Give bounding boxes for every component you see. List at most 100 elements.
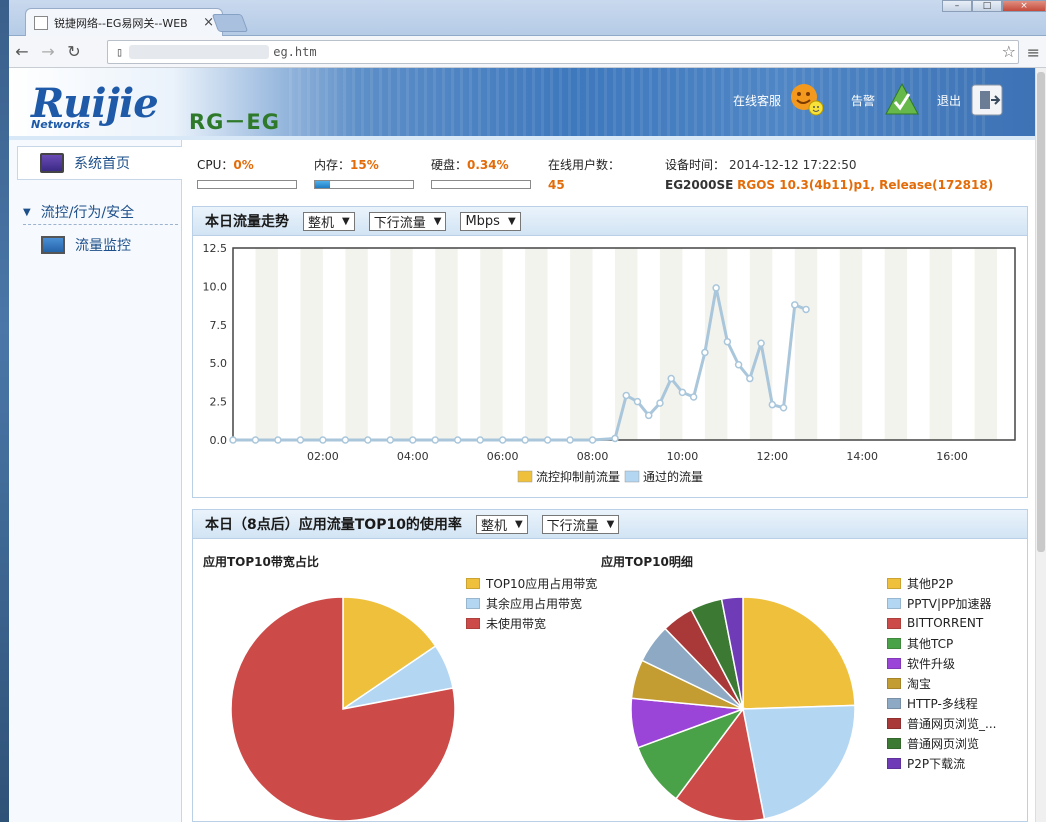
data-point: [611, 434, 619, 443]
legend-swatch: [887, 597, 901, 609]
minimize-button[interactable]: –: [942, 0, 972, 12]
sidebar-item-home[interactable]: 系统首页: [17, 146, 182, 180]
bookmark-star-icon[interactable]: ☆: [1002, 42, 1016, 61]
sidebar: 系统首页 ▼ 流控/行为/安全 流量监控: [9, 140, 182, 822]
legend-item: P2P下载流: [887, 753, 996, 773]
data-point: [453, 436, 462, 444]
sidebar-section-flow-control[interactable]: ▼ 流控/行为/安全: [23, 202, 134, 222]
x-tick-label: 08:00: [577, 450, 609, 463]
data-point: [588, 436, 597, 444]
legend-label: 淘宝: [907, 676, 932, 691]
legend-label: 普通网页浏览_...: [907, 716, 997, 731]
data-point: [746, 374, 754, 383]
legend-swatch: [887, 677, 901, 689]
y-tick-label: 12.5: [203, 242, 228, 255]
forward-arrow-icon[interactable]: →: [35, 42, 61, 61]
back-arrow-icon[interactable]: ←: [9, 42, 35, 61]
legend-label: 其他P2P: [907, 576, 954, 591]
sidebar-item-traffic-monitor[interactable]: 流量监控: [41, 235, 131, 255]
memory-status: 内存：15%: [314, 158, 379, 172]
data-point: [779, 403, 788, 412]
app-direction-select[interactable]: 下行流量 ▼: [541, 514, 620, 534]
legend-swatch: [887, 697, 901, 709]
sidebar-home-label: 系统首页: [74, 156, 130, 172]
page-scrollbar[interactable]: [1035, 68, 1046, 822]
traffic-trend-header: 本日流量走势 整机 ▼ 下行流量 ▼ Mbps ▼: [192, 206, 1028, 236]
monitor-icon: [40, 153, 64, 173]
grid-band: [255, 248, 278, 440]
logout-link[interactable]: 退出: [937, 92, 961, 109]
legend-label: 其余应用占用带宽: [486, 596, 583, 611]
grid-band: [794, 248, 818, 440]
reload-icon[interactable]: ↻: [61, 42, 87, 61]
browser-tab[interactable]: 锐捷网络--EG易网关--WEB ×: [25, 8, 223, 36]
x-tick-label: 06:00: [487, 450, 519, 463]
data-point: [543, 436, 552, 444]
window-close-button[interactable]: ×: [1002, 0, 1046, 12]
address-bar[interactable]: ▯ eg.htm: [107, 40, 1019, 64]
x-tick-label: 10:00: [667, 450, 699, 463]
data-point: [251, 436, 260, 444]
grid-band: [929, 248, 953, 440]
legend-swatch: [887, 657, 901, 669]
data-point: [791, 301, 799, 309]
data-point: [678, 388, 687, 397]
app-device-select[interactable]: 整机 ▼: [475, 514, 528, 534]
data-point: [566, 436, 574, 444]
sidebar-section-label: 流控/行为/安全: [40, 205, 135, 221]
bandwidth-share-pie: [230, 596, 456, 821]
app-panel-title: 本日（8点后）应用流量TOP10的使用率: [205, 517, 462, 533]
direction-select[interactable]: 下行流量 ▼: [368, 211, 447, 231]
alarm-link[interactable]: 告警: [851, 92, 875, 109]
legend-swatch: [887, 717, 901, 729]
grid-band: [435, 248, 458, 440]
traffic-chart-panel: 0.0 2.5 5.0 7.5 10.0 12.5 02:00 04:00 06:00 08:00…: [192, 236, 1028, 498]
data-point: [768, 400, 777, 409]
cpu-status: CPU：0%: [197, 158, 254, 172]
browser-menu-icon[interactable]: ≡: [1027, 43, 1040, 62]
legend-item: BITTORRENT: [887, 613, 996, 633]
data-point: [712, 284, 720, 292]
memory-progress-bar: [314, 180, 414, 189]
data-point: [802, 305, 810, 314]
alarm-check-icon[interactable]: [885, 82, 919, 116]
legend-swatch: [466, 577, 480, 589]
maximize-button[interactable]: □: [972, 0, 1002, 12]
pie-slice: [742, 596, 856, 710]
grid-band: [884, 248, 908, 440]
data-point: [723, 337, 732, 346]
sidebar-item-label: 流量监控: [75, 238, 131, 254]
legend-item: 软件升级: [887, 653, 996, 673]
legend-swatch: [466, 597, 480, 609]
pie2-legend: 其他P2P PPTV|PP加速器 BITTORRENT 其他TCP 软件升级 淘宝 HTTP…: [887, 573, 996, 773]
legend-item: 其余应用占用带宽: [466, 593, 597, 613]
data-point: [757, 339, 765, 347]
product-model: RG－EG: [189, 110, 280, 134]
legend-item: 淘宝: [887, 673, 996, 693]
x-tick-label: 16:00: [936, 450, 968, 463]
app-top10-header: 本日（8点后）应用流量TOP10的使用率 整机 ▼ 下行流量 ▼: [192, 509, 1028, 539]
system-status: CPU：0% 内存：15% 硬盘：0.34% 在线用户数： 45 设备时间： 20…: [197, 156, 1027, 196]
traffic-panel-title: 本日流量走势: [205, 214, 289, 230]
unit-select[interactable]: Mbps ▼: [460, 211, 521, 231]
app-pie-panel: 应用TOP10带宽占比 应用TOP10明细 TOP10应用占用带宽 其余应用占用带…: [192, 539, 1028, 822]
service-smiley-icon[interactable]: [789, 82, 823, 116]
legend-swatch: [887, 617, 901, 629]
legend-item: HTTP-多线程: [887, 693, 996, 713]
legend-swatch: [466, 617, 480, 629]
window-controls: – □ ×: [942, 0, 1046, 12]
grid-band: [480, 248, 503, 440]
device-select[interactable]: 整机 ▼: [303, 211, 355, 231]
legend-item: PPTV|PP加速器: [887, 593, 996, 613]
new-tab-button[interactable]: [211, 14, 249, 32]
logout-door-icon[interactable]: [971, 84, 1003, 116]
grid-band: [974, 248, 998, 440]
legend-label: 未使用带宽: [486, 616, 547, 631]
legend-label: HTTP-多线程: [907, 696, 978, 711]
online-service-link[interactable]: 在线客服: [733, 92, 781, 109]
data-point: [498, 436, 507, 444]
legend-label: 软件升级: [907, 656, 956, 671]
legend-swatch: [517, 470, 533, 483]
scrollbar-thumb[interactable]: [1037, 72, 1045, 552]
y-tick-label: 7.5: [210, 319, 228, 332]
